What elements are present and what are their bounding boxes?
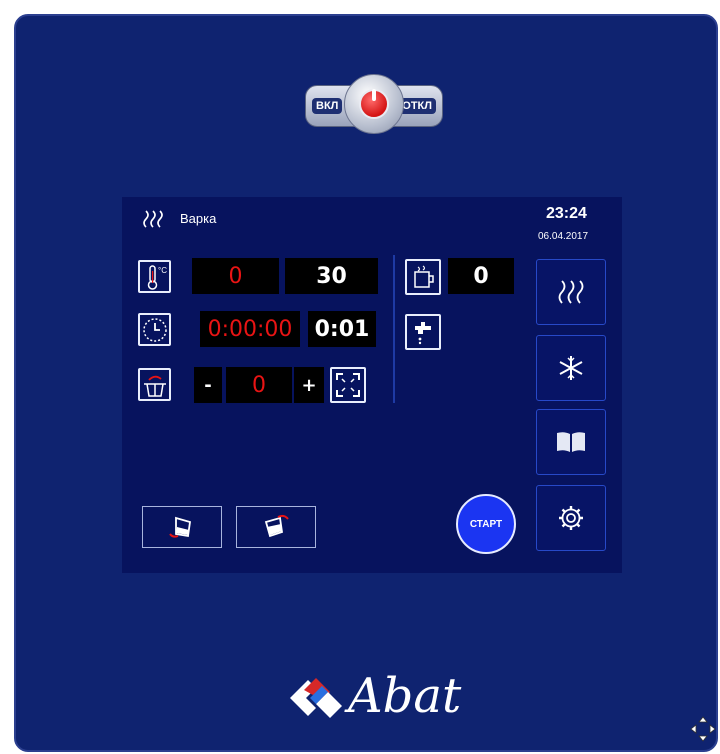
snowflake-icon — [559, 356, 583, 380]
steam-icon — [558, 280, 584, 304]
cooling-mode-button[interactable] — [536, 335, 606, 401]
pour-right-button[interactable] — [236, 506, 316, 548]
tilt-plus-button[interactable]: + — [294, 367, 324, 403]
tilt-button[interactable] — [138, 368, 171, 401]
move-icon[interactable] — [688, 714, 718, 744]
steam-mode-button[interactable] — [536, 259, 606, 325]
mode-label: Варка — [180, 211, 217, 226]
tilt-value: 0 — [226, 367, 292, 403]
clock-date: 06.04.2017 — [538, 231, 589, 242]
faucet-button[interactable] — [405, 314, 441, 350]
clock-time: 23:24 — [546, 205, 587, 222]
brand-name: Abat — [348, 668, 462, 724]
svg-text:°C: °C — [158, 266, 167, 275]
column-divider — [393, 255, 395, 403]
brand-logo-icon — [290, 678, 342, 718]
tilt-minus-button[interactable]: - — [194, 367, 222, 403]
pour-right-icon — [264, 514, 289, 538]
temperature-target[interactable]: 30 — [285, 258, 378, 294]
timer-set[interactable]: 0:01 — [308, 311, 376, 347]
faucet-icon — [415, 322, 431, 345]
water-button[interactable] — [405, 259, 441, 295]
start-button[interactable]: СТАРТ — [456, 494, 516, 554]
fullscreen-icon — [336, 373, 360, 397]
settings-button[interactable] — [536, 485, 606, 551]
switch-off-label: ОТКЛ — [398, 98, 436, 114]
power-knob[interactable] — [344, 74, 404, 134]
pour-left-button[interactable] — [142, 506, 222, 548]
temperature-current: 0 — [192, 258, 279, 294]
switch-on-label: ВКЛ — [312, 98, 343, 114]
temperature-button[interactable]: °C — [138, 260, 171, 293]
steam-icon — [143, 210, 163, 228]
recipe-book-button[interactable] — [536, 409, 606, 475]
book-icon — [557, 432, 585, 452]
water-value[interactable]: 0 — [448, 258, 514, 294]
thermometer-icon: °C — [147, 264, 167, 290]
fullscreen-button[interactable] — [330, 367, 366, 403]
tilt-icon — [143, 375, 166, 397]
gear-icon — [559, 506, 583, 530]
touch-screen: Варка 23:24 06.04.2017 °C 0 30 0:00:00 0… — [122, 197, 622, 573]
cup-icon — [414, 265, 434, 288]
clock-icon — [142, 317, 167, 342]
timer-elapsed: 0:00:00 — [200, 311, 300, 347]
pour-left-icon — [169, 516, 192, 538]
timer-button[interactable] — [138, 313, 171, 346]
